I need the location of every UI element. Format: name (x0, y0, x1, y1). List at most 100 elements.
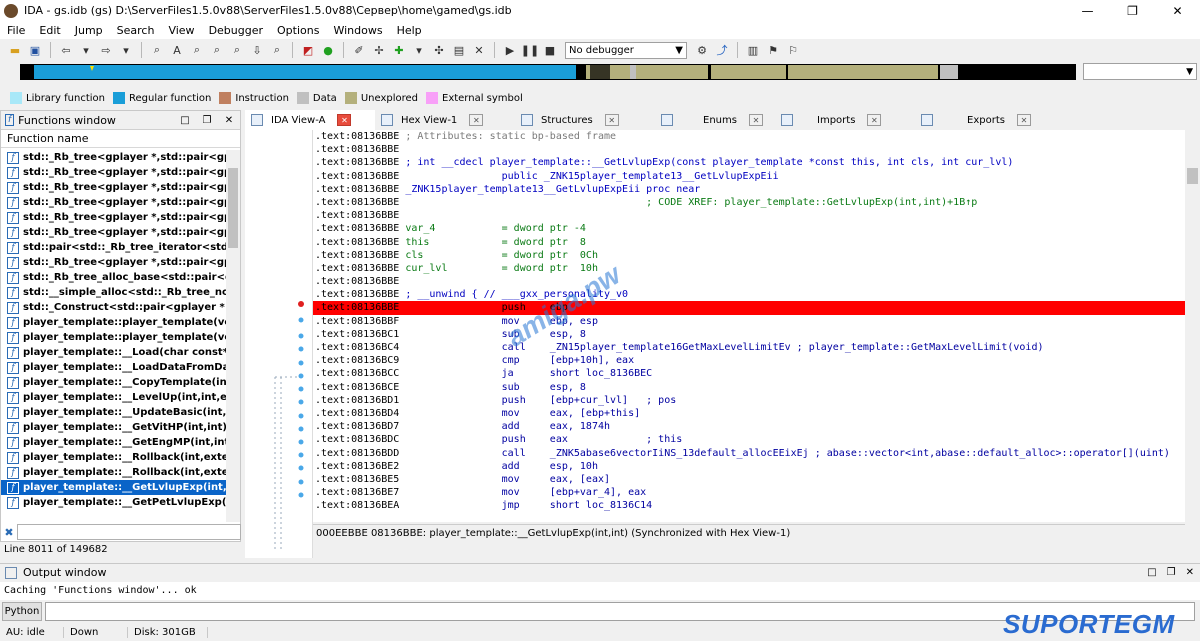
function-list-item[interactable]: f player_template::player_template(void (1, 330, 227, 345)
tab-structures[interactable]: Structures ✕ (515, 110, 655, 130)
make-struct-icon[interactable]: ▤ (450, 41, 468, 59)
disassembly-line[interactable]: .text:08136BBE public _ZNK15player_templ… (313, 170, 1185, 183)
close-icon[interactable]: ✕ (1186, 567, 1194, 578)
tab-hex-view[interactable]: Hex View-1 ✕ (375, 110, 515, 130)
disassembly-line[interactable]: .text:08136BCC ja short loc_8136BEC (313, 367, 1185, 380)
disassembly-line[interactable]: .text:08136BBE var_4 = dword ptr -4 (313, 222, 1185, 235)
disassembly-line[interactable]: .text:08136BBE ; __unwind { // ___gxx_pe… (313, 288, 1185, 301)
play-icon[interactable]: ▶ (501, 41, 519, 59)
disassembly-line[interactable]: .text:08136BD7 add eax, 1874h (313, 420, 1185, 433)
menu-file[interactable]: File (0, 24, 32, 37)
down-arrow-icon[interactable]: ⇩ (248, 41, 266, 59)
menu-jump[interactable]: Jump (68, 24, 110, 37)
function-name-column-header[interactable]: Function name (1, 130, 240, 148)
disassembly-line[interactable]: .text:08136BD4 mov eax, [ebp+this] (313, 407, 1185, 420)
tab-enums[interactable]: Enums ✕ (655, 110, 775, 130)
disassembly-view[interactable]: .text:08136BBE ; Attributes: static bp-b… (313, 130, 1185, 522)
disassembly-line-current[interactable]: .text:08136BBE push ebp (313, 301, 1185, 315)
disassembly-line[interactable]: .text:08136BBE this = dword ptr 8 (313, 236, 1185, 249)
disassembly-gutter[interactable] (245, 130, 313, 558)
close-icon[interactable]: ✕ (604, 114, 619, 126)
close-icon[interactable]: ✕ (867, 114, 882, 126)
close-icon[interactable]: ✕ (748, 114, 763, 126)
disassembly-line[interactable]: .text:08136BDC push eax ; this (313, 433, 1185, 446)
function-list-item[interactable]: f std::_Rb_tree_alloc_base<std::pair<gpl (1, 270, 227, 285)
function-list-item[interactable]: f std::_Rb_tree<gplayer *,std::pair<gplay (1, 210, 227, 225)
disassembly-line[interactable]: .text:08136BEA jmp short loc_8136C14 (313, 499, 1185, 512)
menu-search[interactable]: Search (110, 24, 162, 37)
function-list-item[interactable]: f std::_Rb_tree<gplayer *,std::pair<gplay (1, 255, 227, 270)
scrollbar-thumb[interactable] (1187, 168, 1198, 184)
disassembly-line[interactable]: .text:08136BE7 mov [ebp+var_4], eax (313, 486, 1185, 499)
green-circle-icon[interactable]: ● (319, 41, 337, 59)
disassembly-line[interactable]: .text:08136BBE cur_lvl = dword ptr 10h (313, 262, 1185, 275)
maximize-button[interactable]: ❐ (1110, 0, 1155, 21)
disassembly-line[interactable]: .text:08136BE5 mov eax, [eax] (313, 473, 1185, 486)
disassembly-scrollbar[interactable] (1185, 130, 1200, 542)
add-breakpoint-icon[interactable]: ⚑ (764, 41, 782, 59)
close-icon[interactable]: ✕ (337, 114, 352, 126)
tab-ida-view-a[interactable]: IDA View-A ✕ (245, 110, 375, 130)
add-code-icon[interactable]: ✐ (350, 41, 368, 59)
disassembly-line[interactable]: .text:08136BD1 push [ebp+cur_lvl] ; pos (313, 394, 1185, 407)
scrollbar-thumb[interactable] (228, 168, 238, 248)
function-list-item[interactable]: f player_template::__LoadDataFromData (1, 360, 227, 375)
disassembly-line[interactable]: .text:08136BE2 add esp, 10h (313, 460, 1185, 473)
tab-exports[interactable]: Exports ✕ (915, 110, 1045, 130)
save-icon[interactable]: ▣ (26, 41, 44, 59)
disassembly-line[interactable]: .text:08136BBE (313, 143, 1185, 156)
disassembly-line[interactable]: .text:08136BCE sub esp, 8 (313, 381, 1185, 394)
text-search-icon[interactable]: A (168, 41, 186, 59)
disassembly-line[interactable]: .text:08136BDD call _ZNK5abase6vectorIiN… (313, 447, 1185, 460)
tab-imports[interactable]: Imports ✕ (775, 110, 915, 130)
disassembly-line[interactable]: .text:08136BC9 cmp [ebp+10h], eax (313, 354, 1185, 367)
disassembly-line[interactable]: .text:08136BC4 call _ZN15player_template… (313, 341, 1185, 354)
disassembly-line[interactable]: .text:08136BBE ; int __cdecl player_temp… (313, 156, 1185, 169)
function-list-item[interactable]: f player_template::__CopyTemplate(int,e (1, 375, 227, 390)
functions-scrollbar[interactable] (226, 150, 240, 522)
search-imm-icon[interactable]: ⌕ (228, 41, 246, 59)
menu-debugger[interactable]: Debugger (202, 24, 270, 37)
disassembly-line[interactable]: .text:08136BBE _ZNK15player_template13__… (313, 183, 1185, 196)
restore-icon[interactable]: □ (174, 115, 196, 126)
make-data-icon[interactable]: ✢ (370, 41, 388, 59)
menu-options[interactable]: Options (270, 24, 326, 37)
menu-view[interactable]: View (161, 24, 201, 37)
float-icon[interactable]: ❐ (196, 115, 218, 126)
function-list-item[interactable]: f player_template::__UpdateBasic(int,ext (1, 405, 227, 420)
function-list-item[interactable]: f std::_Rb_tree<gplayer *,std::pair<gplay (1, 225, 227, 240)
menu-help[interactable]: Help (390, 24, 429, 37)
minimize-button[interactable]: — (1065, 0, 1110, 21)
function-list-item[interactable]: f std::_Rb_tree<gplayer *,std::pair<gplay (1, 150, 227, 165)
functions-filter-input[interactable] (17, 524, 241, 540)
function-list-item[interactable]: f player_template::player_template(void (1, 315, 227, 330)
dropdown-arrow-icon[interactable]: ▾ (410, 41, 428, 59)
functions-list[interactable]: f std::_Rb_tree<gplayer *,std::pair<gplay… (1, 150, 227, 522)
breakpoint-list-icon[interactable]: ▥ (744, 41, 762, 59)
function-list-item[interactable]: f player_template::__GetVitHP(int,int) (1, 420, 227, 435)
menu-edit[interactable]: Edit (32, 24, 67, 37)
debugger-select[interactable]: No debugger ▼ (565, 41, 687, 59)
float-icon[interactable]: ❐ (1167, 567, 1176, 578)
disassembly-line[interactable]: .text:08136BBE (313, 275, 1185, 288)
delete-breakpoint-icon[interactable]: ⚐ (784, 41, 802, 59)
function-list-item[interactable]: f player_template::__GetLvlupExp(int,int (1, 480, 227, 495)
python-button[interactable]: Python (2, 602, 42, 621)
close-filter-icon[interactable]: ✖ (1, 526, 17, 539)
restore-icon[interactable]: □ (1147, 567, 1156, 578)
function-list-item[interactable]: f std::pair<std::_Rb_tree_iterator<std::p… (1, 240, 227, 255)
close-button[interactable]: ✕ (1155, 0, 1200, 21)
close-icon[interactable]: ✕ (1016, 114, 1031, 126)
function-list-item[interactable]: f player_template::__GetEngMP(int,int) (1, 435, 227, 450)
function-list-item[interactable]: f player_template::__Rollback(int,extend (1, 465, 227, 480)
search-data-icon[interactable]: ⌕ (208, 41, 226, 59)
make-unknown-icon[interactable]: ✣ (430, 41, 448, 59)
disassembly-line[interactable]: .text:08136BBF mov ebp, esp (313, 315, 1185, 328)
disassembly-line[interactable]: .text:08136BBE cls = dword ptr 0Ch (313, 249, 1185, 262)
disassembly-line[interactable]: .text:08136BC1 sub esp, 8 (313, 328, 1185, 341)
function-list-item[interactable]: f std::_Construct<std::pair<gplayer * con (1, 300, 227, 315)
disassembly-line[interactable]: .text:08136BBE (313, 209, 1185, 222)
back-arrow-icon[interactable]: ⇦ (57, 41, 75, 59)
binary-search-icon[interactable]: ⌕ (148, 41, 166, 59)
menu-windows[interactable]: Windows (326, 24, 389, 37)
